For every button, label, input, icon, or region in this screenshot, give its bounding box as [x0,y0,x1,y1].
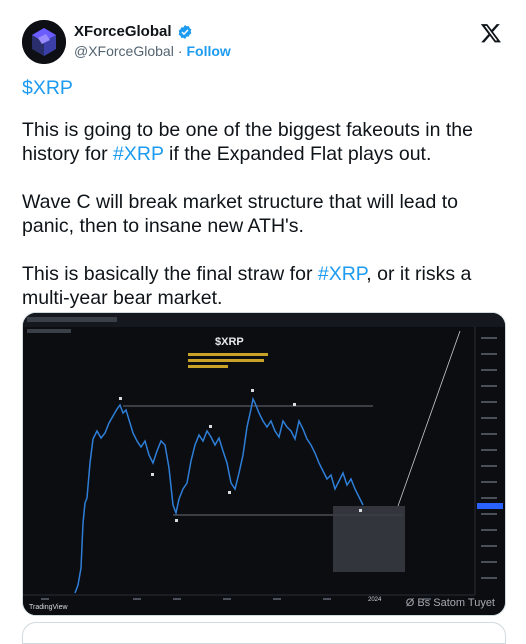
hashtag-link[interactable]: #XRP [113,143,164,165]
chart-image[interactable]: 2024 $XRP TradingView Ø Bs Satom Tuyet [22,312,506,616]
paragraph-1: This is going to be one of the biggest f… [22,118,508,166]
tweet-card: XForceGlobal @XForceGlobal · Follow $XRP… [0,0,526,644]
author-name-row: XForceGlobal [74,23,193,40]
hashtag-link[interactable]: #XRP [318,263,366,285]
x-logo-icon[interactable] [480,22,502,44]
verified-badge-icon [178,24,191,39]
watermark: Ø Bs Satom Tuyet [405,597,495,609]
next-card-edge [22,622,506,644]
p1-text-b: if the Expanded Flat plays out. [163,143,432,165]
profile-avatar[interactable] [22,20,66,64]
paragraph-2: Wave C will break market structure that … [22,191,459,237]
chart-title: $XRP [215,336,244,348]
author-handle[interactable]: @XForceGlobal [74,43,174,59]
chart-brand: TradingView [29,604,68,611]
price-chart: 2024 $XRP TradingView [23,313,505,615]
x-axis-tick-label: 2024 [368,597,382,603]
follow-button[interactable]: Follow [186,43,230,59]
author-name[interactable]: XForceGlobal [74,23,172,40]
author-handle-row: @XForceGlobal · Follow [74,43,231,59]
paragraph-3: This is basically the final straw for #X… [22,262,508,310]
tweet-text: $XRP This is going to be one of the bigg… [22,76,508,334]
separator-dot: · [177,43,183,59]
p3-text-a: This is basically the final straw for [22,263,318,285]
cashtag-link[interactable]: $XRP [22,77,73,99]
